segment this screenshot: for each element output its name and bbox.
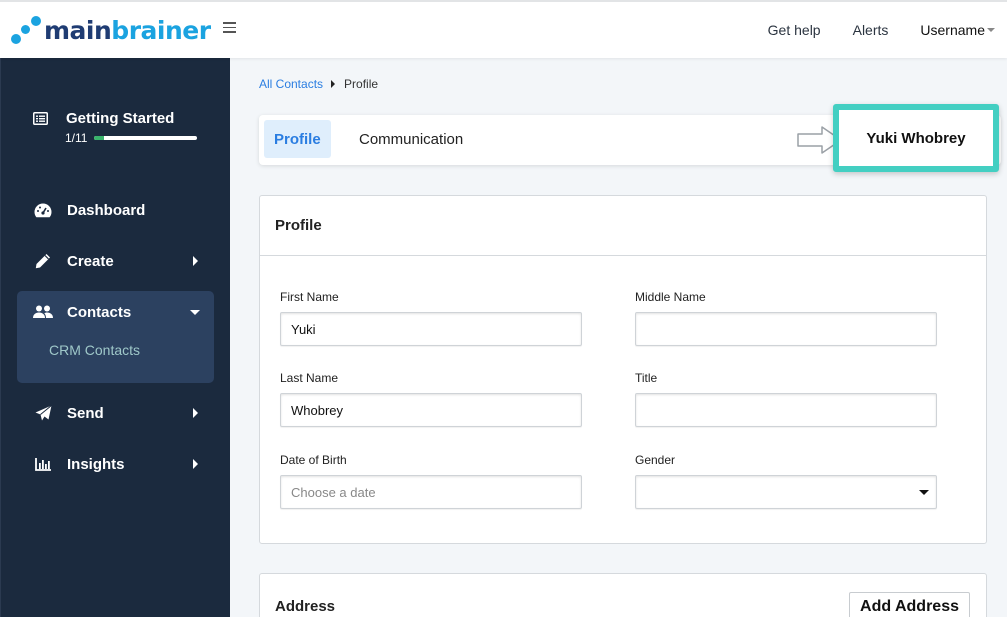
chevron-right-icon	[193, 459, 198, 469]
profile-card-title: Profile	[260, 196, 986, 256]
getting-started-progress-bar	[94, 136, 198, 140]
top-bar: mainbrainer Get help Alerts Username	[0, 0, 1007, 58]
progress-fill	[94, 136, 104, 140]
sidebar-item-create[interactable]: Create	[17, 239, 214, 283]
sidebar-subitem-crm-contacts[interactable]: CRM Contacts	[49, 342, 140, 358]
title-label: Title	[635, 371, 658, 385]
tab-communication[interactable]: Communication	[359, 120, 463, 158]
contact-name-highlight: Yuki Whobrey	[833, 104, 999, 172]
sidebar-item-label: Create	[67, 252, 114, 270]
sidebar: Getting Started 1/11 Dashboard Create CR…	[0, 58, 230, 617]
date-of-birth-label: Date of Birth	[280, 453, 347, 467]
sidebar-item-contacts[interactable]: Contacts	[17, 290, 214, 334]
sidebar-item-dashboard[interactable]: Dashboard	[17, 188, 214, 232]
mainbrainer-logo[interactable]: mainbrainer	[10, 14, 211, 46]
middle-name-field: Middle Name	[635, 290, 937, 346]
last-name-input[interactable]: Whobrey	[280, 393, 582, 427]
paper-plane-icon	[33, 405, 53, 421]
logo-dots-icon	[10, 14, 42, 46]
alerts-link[interactable]: Alerts	[853, 22, 889, 38]
middle-name-input[interactable]	[635, 312, 937, 346]
title-field: Title	[635, 371, 937, 427]
middle-name-label: Middle Name	[635, 290, 706, 304]
last-name-field: Last Name Whobrey	[280, 371, 582, 427]
first-name-field: First Name Yuki	[280, 290, 582, 346]
first-name-input[interactable]: Yuki	[280, 312, 582, 346]
chevron-down-icon	[919, 490, 929, 495]
sidebar-item-label: Insights	[67, 455, 125, 473]
users-icon	[33, 305, 53, 319]
gender-field: Gender	[635, 453, 937, 509]
username-dropdown[interactable]: Username	[920, 22, 995, 38]
chevron-down-icon	[987, 28, 995, 32]
sidebar-item-label: Contacts	[67, 303, 132, 321]
dashboard-icon	[33, 203, 53, 218]
pencil-icon	[33, 253, 53, 269]
date-of-birth-field: Date of Birth Choose a date	[280, 453, 582, 509]
add-address-button[interactable]: Add Address	[849, 592, 970, 617]
date-of-birth-input[interactable]: Choose a date	[280, 475, 582, 509]
last-name-label: Last Name	[280, 371, 339, 385]
checklist-icon	[33, 112, 48, 125]
title-input[interactable]	[635, 393, 937, 427]
username-label: Username	[920, 22, 985, 38]
address-card-title: Address	[275, 598, 336, 615]
gender-select[interactable]	[635, 475, 937, 509]
logo-text: mainbrainer	[44, 15, 211, 45]
sidebar-item-send[interactable]: Send	[17, 391, 214, 435]
chevron-right-icon	[193, 408, 198, 418]
breadcrumb: All Contacts Profile	[259, 77, 378, 91]
chevron-right-icon	[193, 256, 198, 266]
profile-card: Profile First Name Yuki Middle Name Last…	[259, 195, 987, 544]
breadcrumb-current: Profile	[344, 77, 379, 91]
bar-chart-icon	[33, 457, 53, 471]
first-name-label: First Name	[280, 290, 339, 304]
chevron-down-icon	[190, 309, 200, 315]
breadcrumb-all-contacts[interactable]: All Contacts	[259, 77, 323, 91]
sidebar-item-label: Send	[67, 404, 104, 422]
top-nav: Get help Alerts Username	[736, 22, 995, 38]
address-card: Address Add Address	[259, 573, 987, 617]
contact-name: Yuki Whobrey	[866, 129, 966, 147]
getting-started[interactable]: Getting Started 1/11	[33, 110, 198, 145]
breadcrumb-separator-icon	[331, 80, 336, 88]
getting-started-label: Getting Started	[66, 110, 175, 127]
getting-started-count: 1/11	[65, 131, 88, 145]
hamburger-menu-icon[interactable]	[223, 22, 236, 34]
sidebar-item-label: Dashboard	[67, 201, 146, 219]
get-help-link[interactable]: Get help	[768, 22, 821, 38]
tab-profile[interactable]: Profile	[264, 120, 331, 158]
sidebar-item-insights[interactable]: Insights	[17, 442, 214, 486]
gender-label: Gender	[635, 453, 676, 467]
